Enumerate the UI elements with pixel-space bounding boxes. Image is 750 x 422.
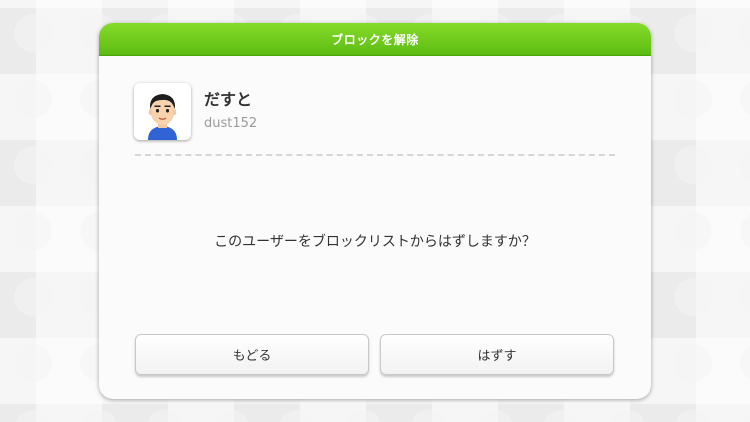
confirmation-message: このユーザーをブロックリストからはずしますか？	[214, 234, 536, 250]
back-button-label: もどる	[232, 349, 272, 364]
dashed-divider	[135, 154, 615, 156]
dialog-title: ブロックを解除	[331, 32, 419, 47]
user-info: だすと dust152	[204, 89, 257, 131]
mii-avatar-icon	[134, 83, 191, 140]
unblock-button[interactable]: はずす	[380, 334, 614, 375]
user-row: だすと dust152	[134, 83, 257, 140]
unblock-button-label: はずす	[477, 349, 517, 364]
back-button[interactable]: もどる	[135, 334, 369, 375]
unblock-dialog: ブロックを解除 だすと dust152 このユーザーをブロックリストからはずしま…	[99, 23, 651, 399]
dialog-title-bar: ブロックを解除	[99, 23, 651, 56]
user-name: だすと	[204, 89, 253, 109]
user-id: dust152	[204, 115, 258, 131]
